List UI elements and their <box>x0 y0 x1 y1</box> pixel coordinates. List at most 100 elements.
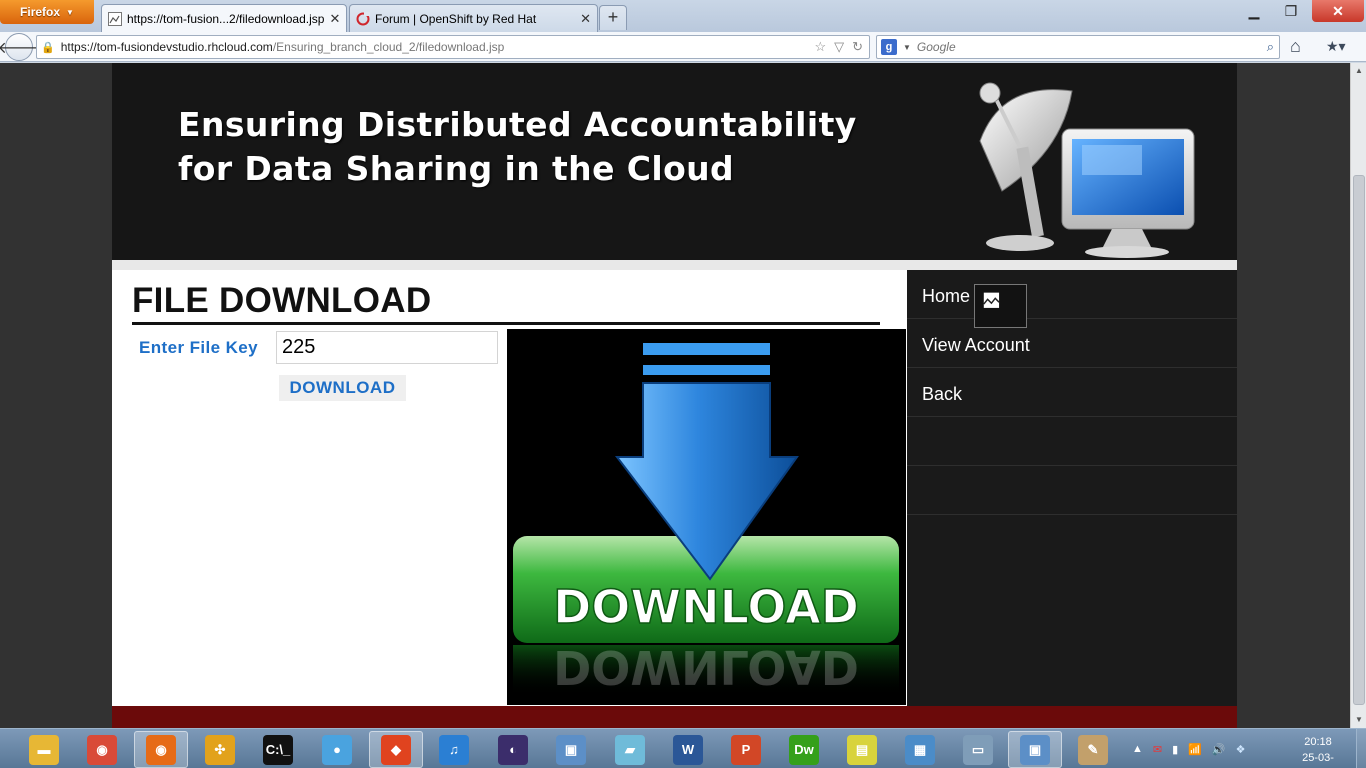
signal-strength-icon[interactable]: 📶 <box>1188 743 1202 756</box>
bookmark-star-icon[interactable]: ☆ <box>814 39 826 55</box>
lock-icon: 🔒 <box>41 41 55 54</box>
system-clock[interactable]: 20:18 25-03-2013 <box>1290 734 1346 768</box>
nav-item-label: View Account <box>922 335 1030 355</box>
google-engine-icon[interactable]: g <box>881 39 897 55</box>
notebook-app-icon: ▰ <box>615 734 645 765</box>
banner-title: Ensuring Distributed Accountability for … <box>178 103 857 191</box>
search-magnifier-icon[interactable]: ⌕ <box>1267 39 1274 55</box>
back-button[interactable]: 🡐 <box>0 33 40 61</box>
bookmarks-menu-icon[interactable]: ★▾ <box>1326 38 1346 55</box>
close-tab-icon[interactable]: ✕ <box>580 11 591 27</box>
web-page: Ensuring Distributed Accountability for … <box>112 63 1237 728</box>
firefox-icon: ◉ <box>146 734 176 765</box>
network-app-icon: ▦ <box>905 734 935 765</box>
dropbox-icon[interactable]: ❖ <box>1236 743 1246 756</box>
tab-filedownload[interactable]: https://tom-fusion...2/filedownload.jsp … <box>101 4 347 32</box>
taskbar-app-button[interactable]: P <box>719 731 773 768</box>
page-viewport: Ensuring Distributed Accountability for … <box>0 63 1350 728</box>
navigation-toolbar: 🡐 🔒 https://tom-fusiondevstudio.rhcloud.… <box>0 32 1366 62</box>
reload-icon[interactable]: ↻ <box>852 39 863 55</box>
virtualbox-icon: ▣ <box>556 734 586 765</box>
taskbar-app-button[interactable]: ▣ <box>1008 731 1062 768</box>
taskbar-app-button[interactable]: ▬ <box>17 731 71 768</box>
download-graphic-reflection: DOWNLOAD <box>553 640 859 694</box>
gmail-notifier-icon[interactable]: ✉ <box>1153 743 1162 756</box>
taskbar-app-button[interactable]: ◉ <box>134 731 188 768</box>
arrow-left-icon: 🡐 <box>0 39 41 57</box>
nav-item-back[interactable]: Back <box>907 368 1237 417</box>
clock-time: 20:18 <box>1304 736 1332 748</box>
chrome-icon: ◉ <box>87 734 117 765</box>
taskbar-app-button[interactable]: ▰ <box>603 731 657 768</box>
taskbar-app-button[interactable]: ✎ <box>1066 731 1120 768</box>
nav-item-view-account[interactable]: View Account <box>907 319 1237 368</box>
git-icon: ◆ <box>381 734 411 765</box>
page-favicon-icon <box>108 11 122 26</box>
taskbar-app-button[interactable]: ◆ <box>369 731 423 768</box>
side-navigation: Home View Account Back <box>907 270 1237 706</box>
nav-item-home[interactable]: Home <box>907 270 1237 328</box>
nav-item-label: Home <box>922 286 971 306</box>
home-icon[interactable]: ⌂ <box>1290 36 1301 57</box>
new-tab-button[interactable]: + <box>599 5 627 30</box>
windows-taskbar: ▬ ◉ ◉ ✣ C:\_ ● ◆ ♫ ◐ ▣ ▰ W P Dw ▤ ▦ ▭ ▣ ✎ ▲ ✉ ▮ 📶 🔊 ❖ 20:1… <box>0 728 1366 768</box>
show-desktop-button[interactable] <box>1356 729 1366 768</box>
taskbar-app-button[interactable]: C:\_ <box>251 731 305 768</box>
browser-tab-bar: Firefox ▼ https://tom-fusion...2/filedow… <box>0 0 1366 32</box>
paint-icon: ✎ <box>1078 734 1108 765</box>
word-icon: W <box>673 734 703 765</box>
scroll-up-icon[interactable]: ▲ <box>1351 63 1366 79</box>
taskbar-app-button[interactable]: W <box>661 731 715 768</box>
tab-title: Forum | OpenShift by Red Hat <box>375 11 537 26</box>
file-key-label: Enter File Key <box>139 338 258 357</box>
nav-item-empty[interactable] <box>907 466 1237 515</box>
page-title: FILE DOWNLOAD <box>132 281 432 320</box>
taskbar-app-button[interactable]: ● <box>310 731 364 768</box>
address-bar[interactable]: 🔒 https://tom-fusiondevstudio.rhcloud.co… <box>36 35 870 59</box>
taskbar-app-button[interactable]: ✣ <box>193 731 247 768</box>
taskbar-app-button[interactable]: ◐ <box>486 731 540 768</box>
powerpoint-icon: P <box>731 734 761 765</box>
battery-icon[interactable]: ▮ <box>1172 743 1178 756</box>
url-path: /Ensuring_branch_cloud_2/filedownload.js… <box>272 40 505 54</box>
chevron-down-icon: ▼ <box>66 7 74 17</box>
chevron-down-icon[interactable]: ▼ <box>903 43 911 52</box>
search-bar[interactable]: g ▼ ⌕ <box>876 35 1280 59</box>
download-graphic-label: DOWNLOAD <box>553 580 859 634</box>
restore-window-button[interactable]: ❐ <box>1270 0 1312 22</box>
tab-openshift-forum[interactable]: Forum | OpenShift by Red Hat ✕ <box>349 4 598 32</box>
tab-title: https://tom-fusion...2/filedownload.jsp <box>127 11 325 26</box>
itunes-icon: ♫ <box>439 734 469 765</box>
scrollbar-thumb[interactable] <box>1353 175 1365 705</box>
virtualbox-window-icon: ▣ <box>1020 734 1050 765</box>
taskbar-app-button[interactable]: ▦ <box>893 731 947 768</box>
taskbar-app-button[interactable]: ▣ <box>544 731 598 768</box>
tray-expand-icon[interactable]: ▲ <box>1132 743 1143 755</box>
title-underline <box>132 322 880 325</box>
taskbar-app-button[interactable]: ♫ <box>427 731 481 768</box>
monitor-app-icon: ▭ <box>963 734 993 765</box>
search-input[interactable] <box>916 40 1247 54</box>
banner-title-line1: Ensuring Distributed Accountability <box>178 105 857 144</box>
close-tab-icon[interactable]: ✕ <box>329 11 340 27</box>
firefox-menu-label: Firefox <box>20 5 61 19</box>
minimize-window-button[interactable]: ▁ <box>1240 0 1268 22</box>
taskbar-app-button[interactable]: Dw <box>777 731 831 768</box>
taskbar-app-button[interactable]: ▤ <box>835 731 889 768</box>
scroll-down-icon[interactable]: ▼ <box>1351 712 1366 728</box>
file-key-input[interactable] <box>276 331 498 364</box>
taskbar-app-button[interactable]: ▭ <box>951 731 1005 768</box>
firefox-menu-button[interactable]: Firefox ▼ <box>0 0 94 24</box>
dreamweaver-icon: Dw <box>789 734 819 765</box>
nav-item-empty[interactable] <box>907 417 1237 466</box>
system-tray: ▲ ✉ ▮ 📶 🔊 ❖ <box>1128 729 1290 768</box>
url-host: https://tom-fusiondevstudio.rhcloud.com <box>60 40 273 54</box>
vertical-scrollbar[interactable]: ▲ ▼ <box>1350 63 1366 728</box>
volume-icon[interactable]: 🔊 <box>1212 743 1226 756</box>
taskbar-app-button[interactable]: ◉ <box>75 731 129 768</box>
page-footer <box>112 706 1237 728</box>
openshift-favicon-icon <box>356 11 370 25</box>
close-window-button[interactable]: ✕ <box>1312 0 1364 22</box>
dropdown-arrow-icon[interactable]: ▽ <box>834 39 844 55</box>
download-button[interactable]: DOWNLOAD <box>279 375 406 401</box>
